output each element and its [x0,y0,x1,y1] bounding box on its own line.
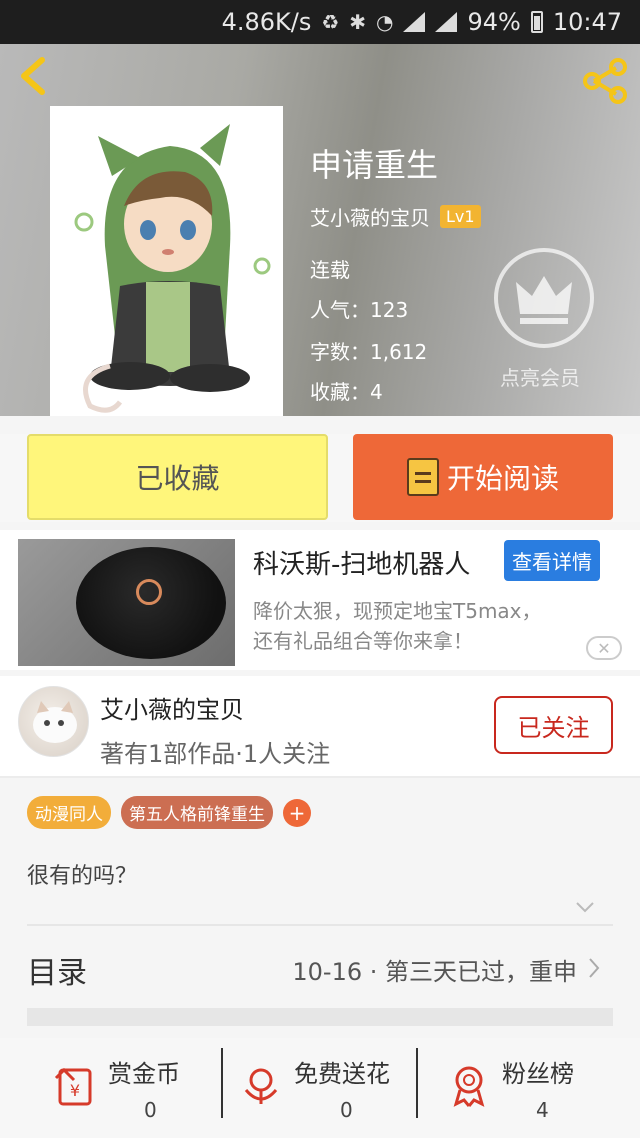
divider [0,776,640,778]
fan-ranking-label: 粉丝榜 [502,1060,574,1088]
battery-percent: 94% [467,8,521,36]
author-row[interactable]: 艾小薇的宝贝 Lv1 [310,202,481,231]
signal-icon [403,12,426,32]
tag-item[interactable]: 第五人格前锋重生 [121,796,273,829]
network-speed: 4.86K/s [221,8,312,36]
ad-close-icon[interactable]: ✕ [586,636,622,660]
book-title: 申请重生 [310,146,439,184]
latest-chapter[interactable]: 10-16 · 第三天已过，重申 [292,952,577,987]
svg-text:¥: ¥ [70,1081,80,1100]
avatar[interactable] [18,686,89,757]
fan-ranking[interactable]: 粉丝榜 4 [448,1046,598,1130]
coin-envelope-icon: ¥ [54,1067,92,1106]
battery-icon [530,11,543,33]
catalog-label: 目录 [27,956,87,991]
level-badge: Lv1 [440,205,481,228]
clock: 10:47 [552,8,622,36]
ad-title[interactable]: 科沃斯-扫地机器人 [253,544,470,581]
medal-icon [453,1066,485,1107]
bluetooth-icon: ✱ [349,10,367,34]
author-card-stats: 著有1部作品·1人关注 [100,740,331,768]
book-header: 申请重生 艾小薇的宝贝 Lv1 连载 人气：123 字数：1,612 收藏：4 … [0,44,640,416]
tag-item[interactable]: 动漫同人 [27,796,111,829]
ad-detail-button[interactable]: 查看详情 [504,540,600,581]
stats-separator [416,1048,418,1118]
ad-description: 降价太狠，现预定地宝T5max， 还有礼品组合等你来拿！ [253,596,613,656]
share-icon[interactable] [580,56,630,106]
expand-icon[interactable] [574,896,596,918]
stats-separator [221,1048,223,1118]
favorites-count: 收藏：4 [310,380,383,404]
book-status: 连载 [310,258,350,282]
start-reading-label: 开始阅读 [446,462,559,495]
robot-button-decoration [136,579,162,605]
recycle-icon: ♻ [321,10,340,34]
follow-button[interactable]: 已关注 [494,696,613,754]
wifi-icon: ◔ [376,10,394,34]
crown-icon [516,276,572,324]
vip-label[interactable]: 点亮会员 [500,362,580,391]
author-name[interactable]: 艾小薇的宝贝 [310,202,430,231]
vip-button[interactable] [494,248,594,348]
action-buttons: 已收藏 开始阅读 [0,434,640,522]
reward-coins-value: 0 [144,1098,157,1122]
chevron-right-icon [587,956,601,986]
section-divider [27,1008,613,1026]
add-tag-button[interactable]: + [283,798,311,827]
ad-banner[interactable]: 科沃斯-扫地机器人 查看详情 降价太狠，现预定地宝T5max， 还有礼品组合等你… [0,530,640,670]
ad-desc-line1: 降价太狠，现预定地宝T5max， [253,599,542,623]
back-icon[interactable] [14,54,58,98]
flower-icon [244,1068,278,1104]
popularity: 人气：123 [310,298,409,322]
fan-ranking-value: 4 [536,1098,549,1122]
book-icon [406,458,439,496]
author-card-name[interactable]: 艾小薇的宝贝 [100,690,244,725]
word-count: 字数：1,612 [310,340,428,364]
author-card[interactable]: 艾小薇的宝贝 著有1部作品·1人关注 已关注 [0,676,640,776]
free-flowers[interactable]: 免费送花 0 [240,1046,410,1130]
reward-coins-label: 赏金币 [108,1060,180,1088]
signal-4g-icon [435,12,458,32]
ad-image[interactable] [18,539,235,666]
book-description: 很有的吗？ [27,864,138,889]
reward-coins[interactable]: ¥ 赏金币 0 [54,1046,214,1130]
catalog-row[interactable]: 目录 10-16 · 第三天已过，重申 [27,924,613,1012]
book-cover[interactable] [50,106,283,416]
free-flowers-label: 免费送花 [294,1060,390,1088]
bottom-stats: ¥ 赏金币 0 免费送花 0 粉丝榜 4 [0,1038,640,1138]
collected-button[interactable]: 已收藏 [27,434,328,520]
status-bar: 4.86K/s ♻ ✱ ◔ 94% 10:47 [0,0,640,44]
tag-list: 动漫同人 第五人格前锋重生 + [27,796,311,829]
start-reading-button[interactable]: 开始阅读 [353,434,613,520]
free-flowers-value: 0 [340,1098,353,1122]
ad-desc-line2: 还有礼品组合等你来拿！ [253,629,473,653]
